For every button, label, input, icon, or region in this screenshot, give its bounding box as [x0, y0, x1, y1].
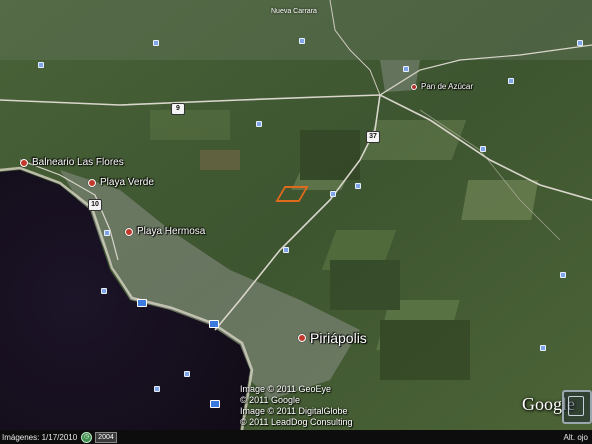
poi-marker-icon[interactable]	[154, 386, 160, 392]
eye-altitude: Alt. ojo	[563, 432, 588, 442]
poi-marker-icon[interactable]	[283, 247, 289, 253]
place-label-playa-hermosa[interactable]: Playa Hermosa	[125, 226, 205, 237]
imagery-date: Imágenes: 1/17/2010	[2, 432, 78, 442]
place-label-balneario-las-flores[interactable]: Balneario Las Flores	[20, 157, 124, 168]
place-name: Pan de Azúcar	[421, 82, 474, 91]
credit-line: © 2011 Google	[240, 395, 301, 405]
poi-marker-icon[interactable]	[256, 121, 262, 127]
route-shield-37[interactable]: 37	[366, 131, 380, 143]
route-shield-10[interactable]: 10	[88, 199, 102, 211]
poi-marker-icon[interactable]	[560, 272, 566, 278]
place-label-pan-de-azucar[interactable]: Pan de Azúcar	[411, 82, 473, 91]
poi-marker-icon[interactable]	[577, 40, 583, 46]
poi-marker-icon[interactable]	[403, 66, 409, 72]
imagery-credits: Image © 2011 GeoEye © 2011 Google Image …	[240, 384, 353, 428]
poi-marker-icon[interactable]	[299, 38, 305, 44]
place-marker-icon	[88, 178, 96, 187]
poi-marker-icon[interactable]	[104, 230, 110, 236]
place-marker-icon	[20, 158, 28, 167]
place-marker-icon	[125, 227, 133, 236]
beach-marker-icon[interactable]	[137, 299, 147, 307]
poi-marker-icon[interactable]	[540, 345, 546, 351]
poi-marker-icon[interactable]	[184, 371, 190, 377]
place-label-piriapolis[interactable]: Piriápolis	[298, 330, 367, 346]
poi-marker-icon[interactable]	[38, 62, 44, 68]
route-shield-9[interactable]: 9	[171, 103, 185, 115]
credit-line: Image © 2011 DigitalGlobe	[240, 406, 348, 416]
poi-marker-icon[interactable]	[355, 183, 361, 189]
navigation-control-icon[interactable]	[562, 390, 592, 424]
satellite-imagery	[0, 0, 592, 444]
map-view[interactable]: Nueva Carrara Balneario Las Flores Playa…	[0, 0, 592, 444]
status-bar: Imágenes: 1/17/2010 ◷ 2004 Alt. ojo	[0, 430, 592, 444]
beach-marker-icon[interactable]	[209, 320, 219, 328]
place-name: Playa Verde	[100, 177, 154, 188]
place-label-playa-verde[interactable]: Playa Verde	[88, 177, 154, 188]
place-name: Playa Hermosa	[137, 226, 206, 237]
poi-marker-icon[interactable]	[330, 191, 336, 197]
place-name: Piriápolis	[310, 330, 367, 346]
place-marker-icon	[411, 83, 417, 90]
place-label-nueva-carrara[interactable]: Nueva Carrara	[271, 8, 317, 15]
poi-marker-icon[interactable]	[480, 146, 486, 152]
poi-marker-icon[interactable]	[101, 288, 107, 294]
poi-marker-icon[interactable]	[153, 40, 159, 46]
imagery-year[interactable]: 2004	[95, 431, 117, 443]
beach-marker-icon[interactable]	[210, 400, 220, 408]
credit-line: Image © 2011 GeoEye	[240, 384, 332, 394]
credit-line: © 2011 LeadDog Consulting	[240, 417, 353, 427]
poi-marker-icon[interactable]	[508, 78, 514, 84]
place-marker-icon	[298, 334, 306, 342]
place-name: Balneario Las Flores	[32, 157, 124, 168]
historical-imagery-icon[interactable]: ◷	[81, 431, 93, 443]
